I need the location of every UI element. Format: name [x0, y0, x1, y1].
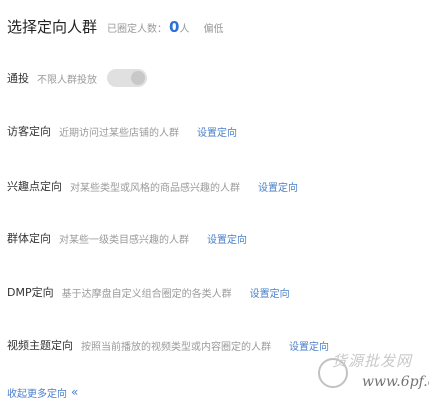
- watermark-url: www.6pf.cn: [362, 374, 429, 390]
- row-visitor-targeting: 访客定向 近期访问过某些店铺的人群 设置定向: [7, 121, 237, 141]
- row-label: 视频主题定向: [7, 339, 73, 352]
- collapse-more-targeting-button[interactable]: 收起更多定向 «: [7, 384, 78, 400]
- row-desc: 不限人群投放: [37, 74, 97, 86]
- targeting-panel: 选择定向人群 已圈定人数： 0 人 偏低 通投 不限人群投放 访客定向 近期访问…: [0, 0, 429, 400]
- collapse-label: 收起更多定向: [7, 388, 67, 400]
- set-targeting-link-dmp[interactable]: 设置定向: [250, 285, 290, 300]
- row-label: 群体定向: [7, 232, 51, 245]
- row-interest-targeting: 兴趣点定向 对某些类型或风格的商品感兴趣的人群 设置定向: [7, 176, 298, 196]
- row-label: 兴趣点定向: [7, 180, 62, 193]
- row-default-delivery: 通投 不限人群投放: [7, 68, 147, 88]
- row-desc: 对某些类型或风格的商品感兴趣的人群: [70, 182, 240, 194]
- row-desc: 对某些一级类目感兴趣的人群: [59, 234, 189, 246]
- fixed-count-label: 已圈定人数：: [107, 24, 168, 35]
- row-dmp-targeting: DMP定向 基于达摩盘自定义组合圈定的各类人群 设置定向: [7, 282, 290, 302]
- default-delivery-toggle[interactable]: [107, 69, 147, 87]
- row-desc: 基于达摩盘自定义组合圈定的各类人群: [61, 288, 232, 300]
- fixed-count-value: 0: [169, 18, 180, 36]
- row-label: 通投: [7, 72, 29, 85]
- audience-level: 偏低: [203, 24, 224, 35]
- fixed-count-unit: 人: [179, 24, 190, 35]
- double-chevron-left-icon: «: [71, 385, 79, 399]
- set-targeting-link-visitor[interactable]: 设置定向: [197, 124, 237, 139]
- row-video-topic-targeting: 视频主题定向 按照当前播放的视频类型或内容圈定的人群 设置定向: [7, 335, 329, 355]
- row-group-targeting: 群体定向 对某些一级类目感兴趣的人群 设置定向: [7, 228, 247, 248]
- toggle-knob: [131, 71, 145, 85]
- row-desc: 近期访问过某些店铺的人群: [59, 127, 179, 139]
- row-label: DMP定向: [7, 286, 54, 299]
- set-targeting-link-interest[interactable]: 设置定向: [258, 179, 298, 194]
- watermark: 货源批发网 www.6pf.cn: [318, 350, 429, 398]
- row-label: 访客定向: [7, 125, 51, 138]
- row-desc: 按照当前播放的视频类型或内容圈定的人群: [81, 341, 271, 353]
- set-targeting-link-group[interactable]: 设置定向: [207, 231, 247, 246]
- panel-header: 选择定向人群 已圈定人数： 0 人 偏低: [7, 16, 223, 38]
- page-title: 选择定向人群: [7, 18, 98, 36]
- watermark-text: 货源批发网: [332, 352, 413, 370]
